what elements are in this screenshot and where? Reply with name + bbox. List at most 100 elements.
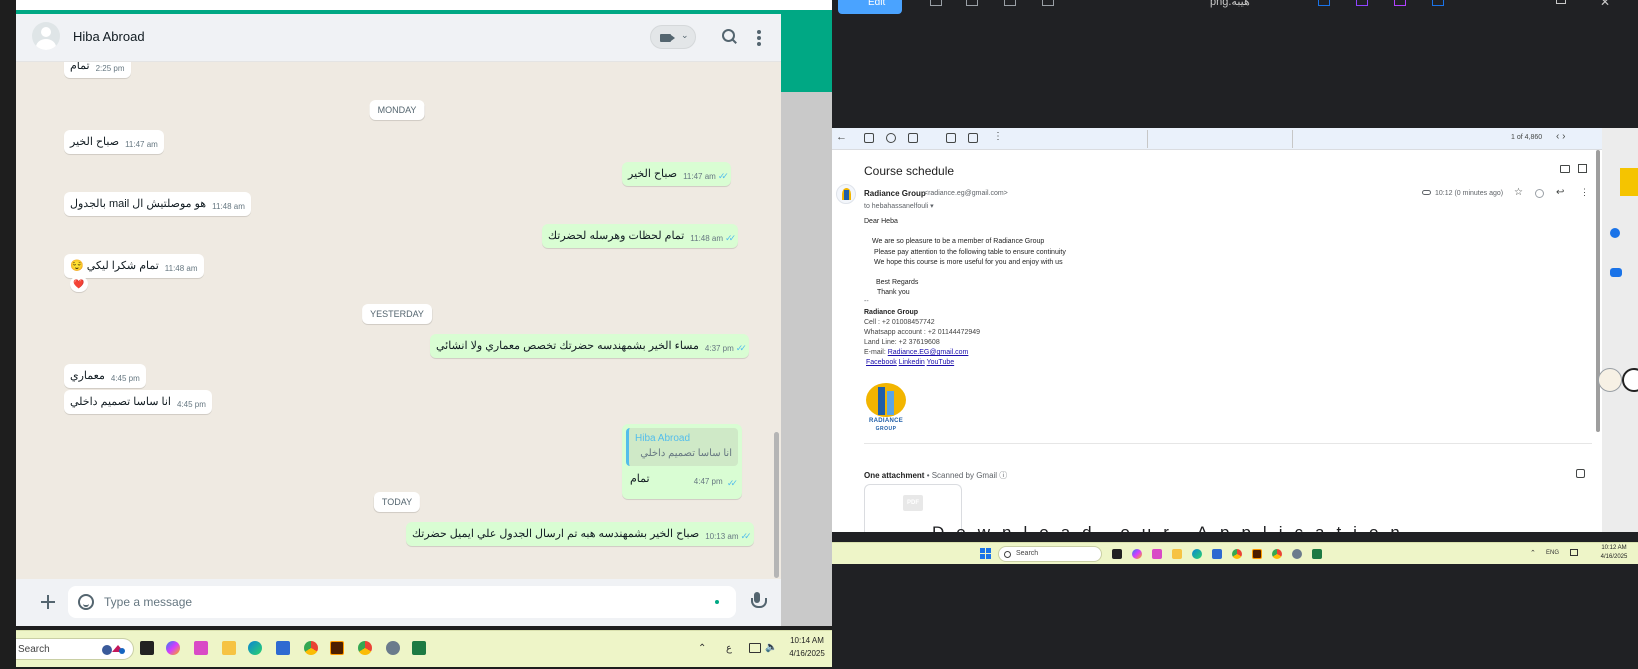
favorite-icon[interactable]: [1004, 0, 1016, 6]
sender-avatar[interactable]: [836, 184, 856, 204]
edit-button[interactable]: Edit: [838, 0, 902, 14]
message-outgoing-reply[interactable]: Hiba Abroad انا ساسا تصميم داخلي تمام 4:…: [622, 424, 742, 499]
snipping-tool-icon[interactable]: [1152, 549, 1162, 559]
clock-date[interactable]: 4/16/2025: [784, 649, 830, 658]
email-link[interactable]: Radiance.EG@gmail.com: [888, 349, 969, 356]
edge-icon[interactable]: [1192, 549, 1202, 559]
input-language[interactable]: ENG: [1546, 550, 1559, 556]
visual-search-icon[interactable]: [1432, 0, 1444, 6]
attach-plus-icon[interactable]: [38, 592, 58, 612]
message-outgoing[interactable]: صباح الخير 11:47 am ✓✓: [622, 162, 731, 186]
rotate-icon[interactable]: [930, 0, 942, 6]
settings-gear-icon[interactable]: [1292, 549, 1302, 559]
search-icon[interactable]: [720, 27, 740, 47]
file-name: png.هيبة: [1210, 0, 1250, 8]
whatsapp-accent-side: [780, 14, 832, 92]
task-view-icon[interactable]: [140, 641, 154, 655]
copilot-icon[interactable]: [1132, 549, 1142, 559]
file-explorer-icon[interactable]: [222, 641, 236, 655]
heart-reaction-icon[interactable]: ❤️: [70, 276, 88, 292]
message-incoming[interactable]: تمام 2:25 pm: [64, 62, 131, 78]
tray-chevron-up-icon[interactable]: ⌃: [1530, 549, 1536, 557]
illustrator-icon[interactable]: [1252, 549, 1262, 559]
email-scrollbar[interactable]: [1596, 150, 1600, 432]
more-options-icon[interactable]: ⋮: [1580, 187, 1589, 198]
clock-time[interactable]: 10:14 AM: [784, 636, 830, 645]
chrome-icon[interactable]: [1232, 549, 1242, 559]
message-incoming[interactable]: هو موصلتيش ال mail بالجدول 11:48 am: [64, 192, 251, 216]
chat-scrollbar[interactable]: [774, 432, 779, 578]
info-icon[interactable]: [1042, 0, 1054, 6]
avatar[interactable]: [32, 22, 60, 50]
illustrator-icon[interactable]: [330, 641, 344, 655]
chat-messages[interactable]: تمام 2:25 pm MONDAY صباح الخير 11:47 am صب…: [16, 62, 781, 579]
message-incoming[interactable]: صباح الخير 11:47 am: [64, 130, 164, 154]
tray-chevron-up-icon[interactable]: ⌃: [698, 643, 706, 654]
message-outgoing[interactable]: صباح الخير بشمهندسه هبه تم ارسال الجدول …: [406, 522, 754, 546]
excel-icon[interactable]: [412, 641, 426, 655]
copilot-edit-icon[interactable]: [1356, 0, 1368, 6]
print-icon[interactable]: [1560, 165, 1570, 173]
download-all-icon[interactable]: [1576, 469, 1585, 478]
chrome-profile-icon[interactable]: [1272, 549, 1282, 559]
sender-name[interactable]: Radiance Group: [864, 189, 926, 198]
volume-icon[interactable]: 🔈: [765, 642, 777, 653]
edge-icon[interactable]: [248, 641, 262, 655]
message-outgoing[interactable]: تمام لحظات وهرسله لحضرتك 11:48 am ✓✓: [542, 224, 739, 248]
notepad-icon[interactable]: [276, 641, 290, 655]
more-options-icon[interactable]: ⋮: [993, 131, 1003, 142]
taskbar-search[interactable]: Search: [998, 546, 1102, 562]
emoji-react-icon[interactable]: [1535, 189, 1544, 198]
snipping-tool-icon[interactable]: [194, 641, 208, 655]
chrome-icon[interactable]: [304, 641, 318, 655]
back-arrow-icon[interactable]: ←: [836, 131, 847, 143]
share-icon[interactable]: [1318, 0, 1330, 6]
close-icon[interactable]: ✕: [1600, 0, 1610, 9]
user-icon: [1610, 228, 1620, 238]
trash-icon[interactable]: [908, 133, 918, 143]
contact-name[interactable]: Hiba Abroad: [73, 29, 145, 44]
network-icon[interactable]: [749, 643, 761, 653]
chrome-profile-icon[interactable]: [358, 641, 372, 655]
facebook-link[interactable]: Facebook: [866, 359, 897, 366]
network-icon[interactable]: [1570, 549, 1578, 556]
message-incoming[interactable]: معماري 4:45 pm: [64, 364, 146, 388]
recipient-line[interactable]: to hebahassanelfouli ▾: [864, 202, 934, 210]
quoted-message[interactable]: Hiba Abroad انا ساسا تصميم داخلي: [626, 428, 738, 466]
microphone-icon[interactable]: [750, 592, 767, 612]
prev-next-icon[interactable]: ‹ ›: [1556, 131, 1565, 142]
quote-author: Hiba Abroad: [635, 433, 691, 444]
clock-time[interactable]: 10:12 AM: [1592, 545, 1636, 551]
date-chip-today: TODAY: [373, 492, 421, 512]
youtube-link[interactable]: YouTube: [927, 359, 955, 366]
message-incoming[interactable]: انا ساسا تصميم داخلي 4:45 pm: [64, 390, 212, 414]
designer-icon[interactable]: [1394, 0, 1406, 6]
message-input[interactable]: [104, 592, 684, 612]
copilot-icon[interactable]: [166, 641, 180, 655]
menu-dots-icon[interactable]: [756, 28, 762, 48]
move-to-icon[interactable]: [968, 133, 978, 143]
reply-icon[interactable]: ↩: [1556, 187, 1564, 198]
settings-gear-icon[interactable]: [386, 641, 400, 655]
task-view-icon[interactable]: [1112, 549, 1122, 559]
start-windows-icon[interactable]: [980, 548, 991, 559]
message-incoming[interactable]: تمام شكرا ليكي 😌 11:48 am: [64, 254, 204, 278]
excel-icon[interactable]: [1312, 549, 1322, 559]
maximize-icon[interactable]: [1556, 0, 1566, 4]
notepad-icon[interactable]: [1212, 549, 1222, 559]
clock-date[interactable]: 4/16/2025: [1592, 554, 1636, 560]
emoji-icon[interactable]: [78, 594, 94, 610]
input-language[interactable]: ع: [726, 643, 732, 654]
message-outgoing[interactable]: مساء الخير بشمهندسه حضرتك تخصص معماري ول…: [430, 334, 749, 358]
video-call-button[interactable]: ⌄: [650, 25, 696, 49]
mark-unread-icon[interactable]: [946, 133, 956, 143]
report-spam-icon[interactable]: [886, 133, 896, 143]
delete-icon[interactable]: [966, 0, 978, 6]
taskbar-search[interactable]: Search: [16, 638, 134, 660]
file-explorer-icon[interactable]: [1172, 549, 1182, 559]
star-icon[interactable]: ☆: [1514, 187, 1523, 198]
linkedin-link[interactable]: Linkedin: [899, 359, 925, 366]
message-input-box[interactable]: [68, 586, 736, 618]
open-new-window-icon[interactable]: [1578, 164, 1587, 173]
archive-icon[interactable]: [864, 133, 874, 143]
